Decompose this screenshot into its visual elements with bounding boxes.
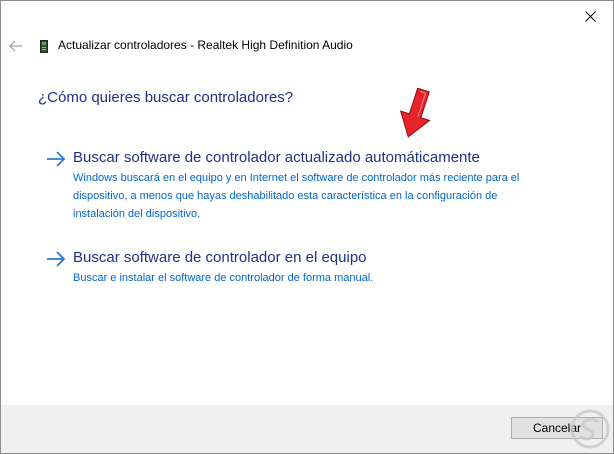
back-arrow-icon (9, 40, 22, 52)
close-icon (584, 10, 596, 22)
back-button[interactable] (7, 37, 25, 55)
option-description: Windows buscará en el equipo y en Intern… (73, 172, 520, 220)
close-button[interactable] (567, 1, 613, 31)
page-question: ¿Cómo quieres buscar controladores? (38, 89, 294, 106)
dialog-header: Actualizar controladores - Realtek High … (1, 35, 613, 59)
option-title[interactable]: Buscar software de controlador en el equ… (73, 249, 367, 266)
red-arrow-icon (399, 87, 431, 138)
option-title[interactable]: Buscar software de controlador actualiza… (73, 149, 480, 166)
dialog-footer: Cancelar (1, 405, 613, 453)
update-drivers-dialog: Actualizar controladores - Realtek High … (0, 0, 614, 454)
arrow-right-icon (47, 251, 66, 267)
option-description: Buscar e instalar el software de control… (73, 272, 374, 284)
solvetic-logo-icon (570, 409, 610, 449)
audio-device-icon (40, 40, 48, 53)
dialog-title: Actualizar controladores - Realtek High … (58, 38, 353, 52)
arrow-right-icon (47, 151, 66, 167)
